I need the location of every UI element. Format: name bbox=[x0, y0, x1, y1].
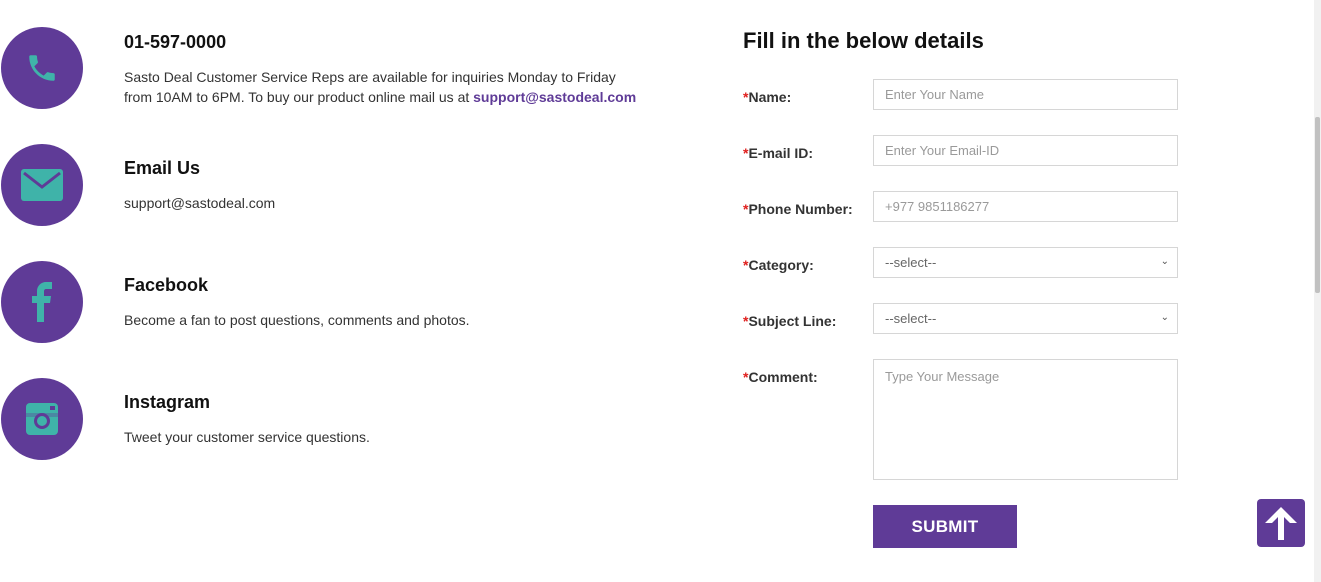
email-input[interactable] bbox=[873, 135, 1178, 166]
form-row-email: *E-mail ID: bbox=[743, 135, 1183, 166]
contact-title: Instagram bbox=[124, 392, 211, 412]
subject-label: *Subject Line: bbox=[743, 313, 837, 329]
name-label: *Name: bbox=[743, 89, 792, 105]
contact-description: Sasto Deal Customer Service Reps are ava… bbox=[124, 67, 684, 107]
support-email-link[interactable]: support@sastodeal.com bbox=[473, 89, 636, 105]
form-row-category: *Category: --select-- ⌄ bbox=[743, 247, 1183, 278]
email-label: *E-mail ID: bbox=[743, 145, 814, 161]
contact-title: Email Us bbox=[124, 158, 201, 178]
subject-select[interactable]: --select-- ⌄ bbox=[873, 303, 1178, 334]
contact-text-email: Email Us support@sastodeal.com bbox=[124, 144, 684, 213]
contact-text-phone: 01-597-0000 Sasto Deal Customer Service … bbox=[124, 27, 684, 107]
scrollbar-thumb[interactable] bbox=[1315, 117, 1320, 293]
contact-title: Facebook bbox=[124, 275, 209, 295]
chevron-down-icon: ⌄ bbox=[1160, 312, 1169, 323]
contact-page: 01-597-0000 Sasto Deal Customer Service … bbox=[0, 0, 1321, 582]
comment-textarea[interactable] bbox=[873, 359, 1178, 480]
back-to-top-button[interactable] bbox=[1257, 499, 1305, 547]
contact-item-phone: 01-597-0000 Sasto Deal Customer Service … bbox=[1, 27, 681, 109]
form-row-comment: *Comment: bbox=[743, 359, 1183, 480]
form-row-phone: *Phone Number: bbox=[743, 191, 1183, 222]
instagram-icon[interactable] bbox=[1, 378, 83, 460]
envelope-icon bbox=[1, 144, 83, 226]
contact-description: Tweet your customer service questions. bbox=[124, 429, 370, 445]
contact-item-facebook: Facebook Become a fan to post questions,… bbox=[1, 261, 681, 343]
chevron-down-icon: ⌄ bbox=[1160, 256, 1169, 267]
contact-text-facebook: Facebook Become a fan to post questions,… bbox=[124, 261, 684, 330]
contact-title: 01-597-0000 bbox=[124, 32, 227, 52]
form-title: Fill in the below details bbox=[743, 28, 984, 53]
name-input[interactable] bbox=[873, 79, 1178, 110]
contact-description-line1: Sasto Deal Customer Service Reps are ava… bbox=[124, 69, 616, 85]
phone-label: *Phone Number: bbox=[743, 201, 853, 217]
form-row-name: *Name: bbox=[743, 79, 1183, 110]
phone-icon bbox=[1, 27, 83, 109]
form-row-subject: *Subject Line: --select-- ⌄ bbox=[743, 303, 1183, 334]
subject-selected-value: --select-- bbox=[885, 311, 937, 326]
contact-item-email: Email Us support@sastodeal.com bbox=[1, 144, 681, 226]
category-label: *Category: bbox=[743, 257, 814, 273]
contact-text-instagram: Instagram Tweet your customer service qu… bbox=[124, 378, 684, 447]
submit-button[interactable]: SUBMIT bbox=[873, 505, 1017, 548]
category-selected-value: --select-- bbox=[885, 255, 937, 270]
arrow-up-icon bbox=[1265, 507, 1297, 540]
comment-label: *Comment: bbox=[743, 369, 818, 385]
facebook-icon[interactable] bbox=[1, 261, 83, 343]
contact-item-instagram: Instagram Tweet your customer service qu… bbox=[1, 378, 681, 460]
contact-description: support@sastodeal.com bbox=[124, 195, 276, 211]
phone-input[interactable] bbox=[873, 191, 1178, 222]
contact-description-line2: from 10AM to 6PM. To buy our product onl… bbox=[124, 89, 474, 105]
contact-description: Become a fan to post questions, comments… bbox=[124, 312, 470, 328]
category-select[interactable]: --select-- ⌄ bbox=[873, 247, 1178, 278]
